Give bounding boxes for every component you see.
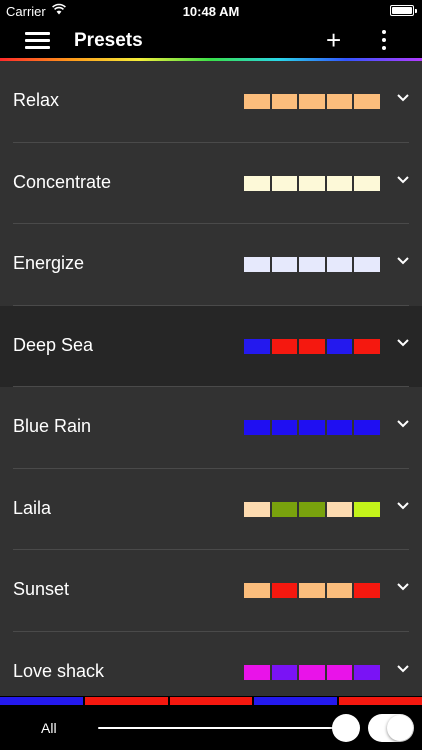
preset-name: Deep Sea: [13, 334, 94, 355]
chevron-down-icon[interactable]: [397, 175, 409, 184]
active-color-segment: [84, 697, 168, 705]
color-swatch: [299, 420, 325, 435]
more-vertical-icon[interactable]: [380, 30, 388, 52]
preset-row[interactable]: Concentrate: [0, 142, 422, 224]
status-time: 10:48 AM: [182, 4, 240, 19]
color-swatch: [326, 175, 352, 191]
battery-icon: [390, 5, 417, 16]
brightness-slider-thumb[interactable]: [332, 714, 360, 742]
color-swatch: [326, 583, 352, 598]
preset-row[interactable]: Laila: [0, 468, 422, 550]
color-swatch: [271, 583, 297, 598]
color-swatch: [244, 664, 270, 680]
color-swatch: [244, 94, 270, 109]
preset-row[interactable]: Energize: [0, 224, 422, 306]
preset-name: Sunset: [13, 579, 70, 599]
preset-color-swatches: [244, 501, 380, 517]
active-color-segment: [169, 697, 253, 705]
color-swatch: [354, 664, 380, 680]
color-swatch: [271, 664, 297, 680]
chevron-down-icon[interactable]: [397, 501, 409, 510]
power-toggle-knob[interactable]: [387, 715, 413, 741]
all-label: All: [41, 720, 57, 736]
color-swatch: [354, 501, 380, 517]
brightness-slider-track[interactable]: [98, 727, 346, 729]
color-swatch: [354, 420, 380, 435]
color-swatch: [244, 583, 270, 598]
preset-name: Laila: [13, 497, 52, 518]
active-color-segment: [254, 697, 338, 705]
active-color-segment: [0, 697, 83, 705]
preset-color-swatches: [244, 94, 380, 109]
preset-name: Energize: [13, 253, 85, 273]
preset-name: Blue Rain: [13, 416, 92, 436]
chevron-down-icon[interactable]: [397, 664, 409, 673]
chevron-down-icon[interactable]: [397, 420, 409, 428]
color-swatch: [299, 338, 325, 354]
preset-row[interactable]: Blue Rain: [0, 387, 422, 469]
preset-color-swatches: [244, 583, 380, 598]
color-swatch: [244, 257, 270, 272]
preset-row[interactable]: Love shack: [0, 631, 422, 696]
color-swatch: [326, 420, 352, 435]
plus-icon[interactable]: +: [326, 26, 341, 54]
page-title: Presets: [74, 30, 143, 51]
color-swatch: [244, 338, 270, 354]
color-swatch: [244, 175, 270, 191]
nav-bar: Presets +: [0, 22, 422, 59]
color-swatch: [354, 257, 380, 272]
hamburger-menu-icon[interactable]: [25, 32, 50, 50]
color-swatch: [326, 257, 352, 272]
preset-color-swatches: [244, 338, 380, 354]
color-swatch: [326, 338, 352, 354]
preset-list[interactable]: Relax Concentrate Energize Deep Sea Blue Rai…: [0, 61, 422, 696]
chevron-down-icon[interactable]: [397, 338, 409, 347]
status-bar: Carrier 10:48 AM: [0, 0, 422, 22]
color-swatch: [271, 175, 297, 191]
color-swatch: [271, 94, 297, 109]
preset-color-swatches: [244, 664, 380, 680]
active-color-segment: [339, 697, 422, 705]
color-swatch: [299, 664, 325, 680]
color-swatch: [354, 583, 380, 598]
preset-name: Concentrate: [13, 171, 112, 192]
power-toggle[interactable]: [368, 714, 414, 742]
color-swatch: [271, 338, 297, 354]
preset-row[interactable]: Sunset: [0, 550, 422, 632]
preset-name: Love shack: [13, 660, 105, 681]
color-swatch: [354, 94, 380, 109]
color-swatch: [354, 338, 380, 354]
active-color-strip: [0, 697, 422, 705]
color-swatch: [326, 501, 352, 517]
color-swatch: [326, 664, 352, 680]
color-swatch: [271, 257, 297, 272]
color-swatch: [299, 583, 325, 598]
preset-row[interactable]: Deep Sea: [0, 305, 422, 387]
color-swatch: [299, 257, 325, 272]
preset-color-swatches: [244, 420, 380, 435]
color-swatch: [299, 501, 325, 517]
color-swatch: [299, 175, 325, 191]
battery-fill: [392, 7, 412, 14]
preset-row[interactable]: Relax: [0, 61, 422, 143]
color-swatch: [354, 175, 380, 191]
bottom-bar: All: [0, 705, 422, 750]
color-swatch: [244, 501, 270, 517]
chevron-down-icon[interactable]: [397, 583, 409, 591]
chevron-down-icon[interactable]: [397, 94, 409, 102]
preset-color-swatches: [244, 257, 380, 272]
chevron-down-icon[interactable]: [397, 257, 409, 265]
color-swatch: [271, 420, 297, 435]
preset-color-swatches: [244, 175, 380, 191]
preset-name: Relax: [13, 90, 60, 110]
color-swatch: [244, 420, 270, 435]
color-swatch: [326, 94, 352, 109]
color-swatch: [299, 94, 325, 109]
color-swatch: [271, 501, 297, 517]
